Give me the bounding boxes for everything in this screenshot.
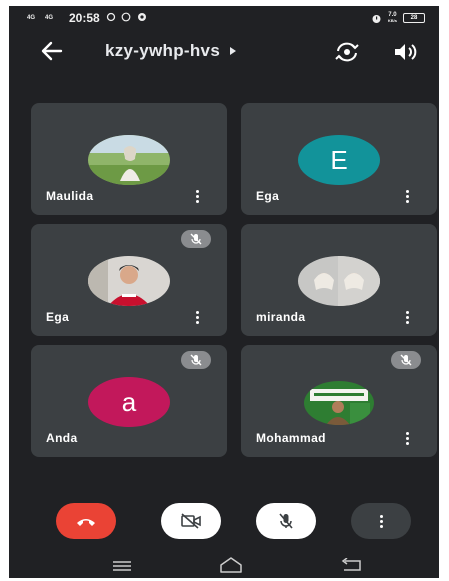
phone-hangup-icon [77, 519, 95, 526]
participant-tile[interactable]: a Anda [31, 345, 227, 457]
mic-off-icon [391, 351, 421, 369]
network-indicator-2: 4G [45, 15, 54, 21]
alarm-icon [372, 14, 381, 23]
more-options-icon[interactable] [196, 190, 200, 203]
status-right: 7.0 KB/s 28 [371, 12, 425, 24]
mic-toggle-button[interactable] [256, 503, 316, 539]
notification-icons [106, 12, 148, 25]
mic-off-icon [181, 351, 211, 369]
speaker-icon[interactable] [392, 40, 418, 64]
meet-call-screen: 4G 4G 20:58 7.0 KB/s 28 kzy-ywhp-hvs Mau… [9, 6, 439, 578]
cast-icon [106, 12, 115, 21]
participant-avatar-photo [304, 381, 374, 425]
end-call-button[interactable] [56, 503, 116, 539]
participant-avatar-photo [298, 256, 380, 306]
avatar-photo [304, 381, 374, 425]
top-bar: kzy-ywhp-hvs [9, 34, 439, 70]
participant-tile[interactable]: miranda [241, 224, 437, 336]
camera-off-icon [181, 513, 201, 529]
participant-name: Ega [256, 189, 280, 203]
flip-camera-icon[interactable] [333, 38, 361, 66]
network-indicator-1: 4G [27, 15, 36, 21]
caret-right-icon [230, 47, 237, 55]
participant-tile[interactable]: Mohammad [241, 345, 437, 457]
status-time: 20:58 [69, 11, 100, 25]
participant-name: Mohammad [256, 431, 326, 445]
whatsapp-icon [122, 12, 131, 21]
mic-off-icon [181, 230, 211, 248]
meeting-info-button[interactable]: kzy-ywhp-hvs [105, 41, 237, 61]
more-vertical-icon [379, 514, 383, 528]
participant-avatar-photo [88, 256, 170, 306]
battery-indicator: 28 [403, 13, 425, 23]
more-options-icon[interactable] [406, 311, 410, 324]
participant-tile[interactable]: E Ega [241, 103, 437, 215]
home-icon[interactable] [218, 556, 244, 574]
participant-tile[interactable]: Maulida [31, 103, 227, 215]
participant-avatar-letter: E [298, 135, 380, 185]
camera-toggle-button[interactable] [161, 503, 221, 539]
avatar-photo [298, 256, 380, 306]
system-nav-bar [9, 554, 439, 578]
meeting-code: kzy-ywhp-hvs [105, 41, 221, 60]
participant-tile[interactable]: Ega [31, 224, 227, 336]
mic-off-icon [279, 513, 293, 529]
more-options-icon[interactable] [406, 432, 410, 445]
back-arrow-icon[interactable] [39, 36, 65, 66]
more-options-button[interactable] [351, 503, 411, 539]
more-options-icon[interactable] [196, 311, 200, 324]
speed-unit: KB/s [387, 18, 397, 23]
more-options-icon[interactable] [406, 190, 410, 203]
participant-name: miranda [256, 310, 306, 324]
participant-name: Maulida [46, 189, 94, 203]
avatar-photo [88, 256, 170, 306]
menu-icon[interactable] [111, 560, 133, 572]
app-icon [138, 12, 147, 21]
avatar-photo [88, 135, 170, 185]
status-bar: 4G 4G 20:58 7.0 KB/s 28 [9, 6, 439, 30]
participant-name: Anda [46, 431, 78, 445]
back-nav-icon[interactable] [340, 558, 364, 572]
participant-avatar-photo [88, 135, 170, 185]
participant-avatar-letter: a [88, 377, 170, 427]
participant-name: Ega [46, 310, 70, 324]
call-controls [9, 503, 439, 543]
speed-indicator: 7.0 KB/s [388, 12, 397, 24]
